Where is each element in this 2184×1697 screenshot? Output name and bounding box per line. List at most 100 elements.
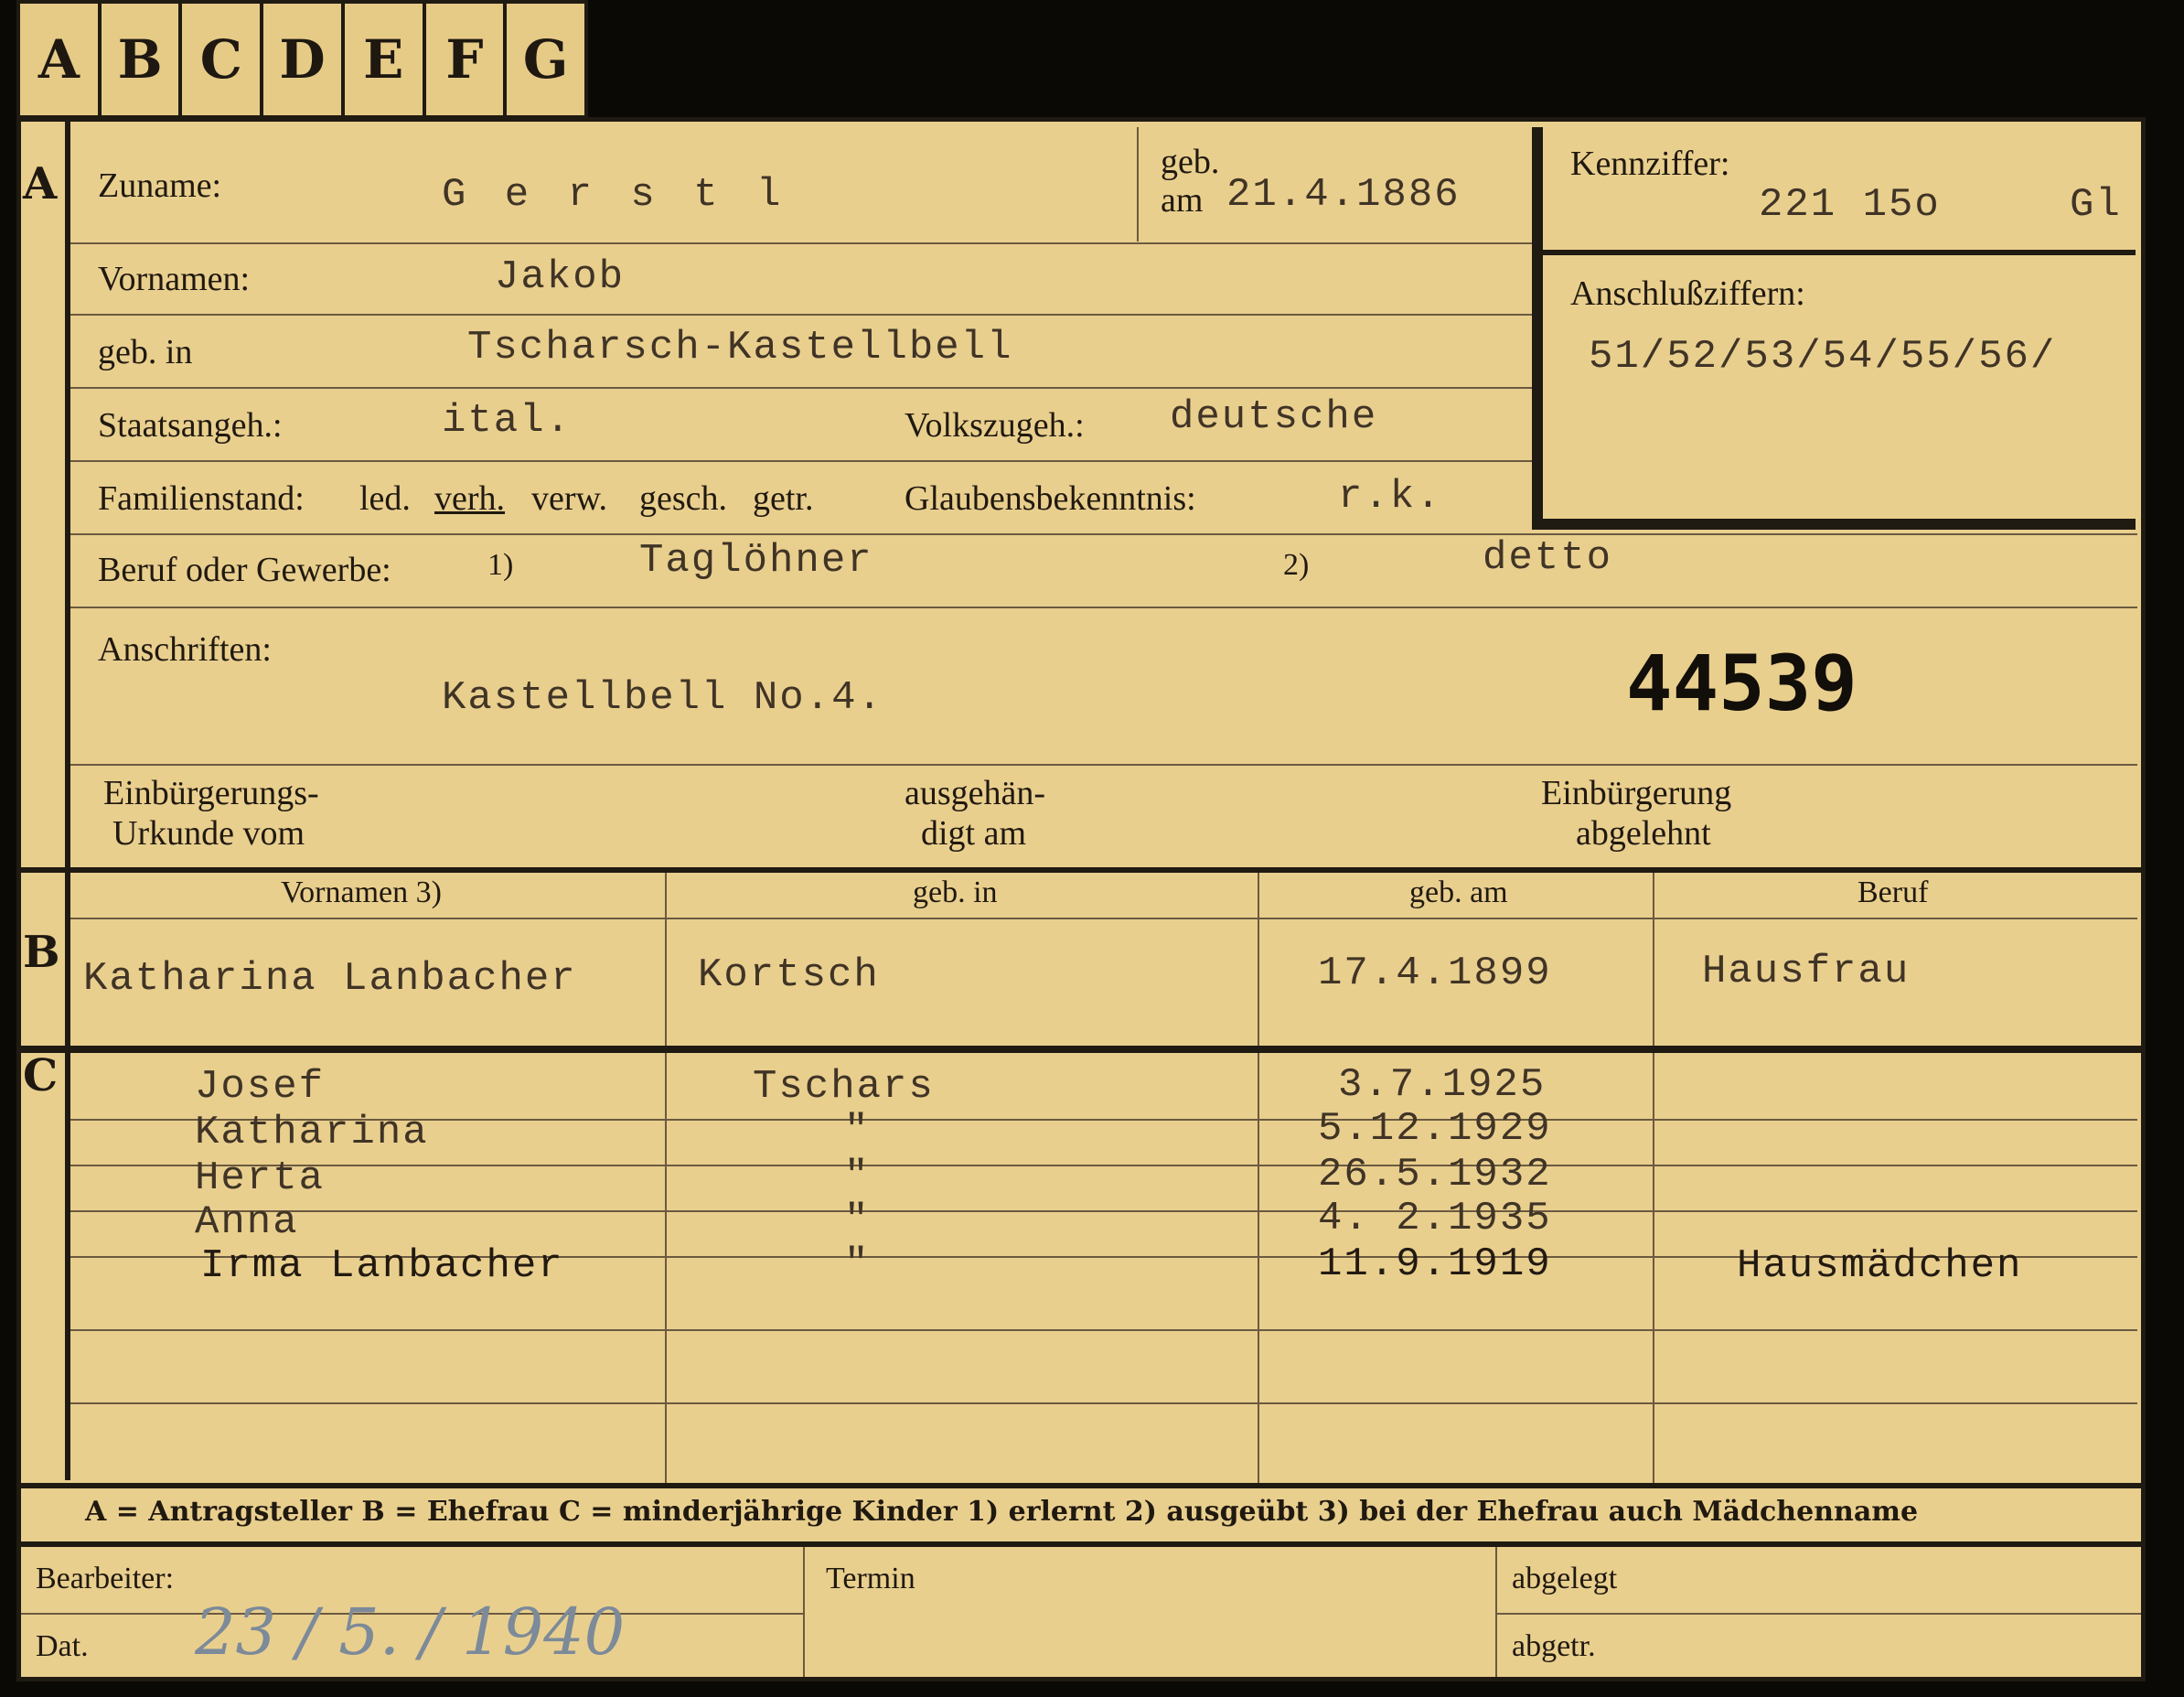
- term-label: Termin: [826, 1562, 915, 1595]
- section-letter-b: B: [23, 927, 60, 978]
- spouse-header-born-in: geb. in: [913, 875, 998, 909]
- child-profession: Hausmädchen: [1737, 1243, 2023, 1289]
- profession-learned-value: Taglöhner: [639, 538, 873, 584]
- tab-b[interactable]: B: [102, 4, 183, 115]
- date-label: Dat.: [36, 1629, 89, 1663]
- section-c-rule: [21, 1046, 2141, 1053]
- naturalization-cert-label-1: Einbürgerungs-: [103, 774, 319, 812]
- rule: [70, 1329, 2137, 1331]
- reference-box: Kennziffer: 221 15o Gl Anschlußziffern: …: [1532, 127, 2136, 530]
- marital-option-separated: getr.: [753, 479, 814, 518]
- profession-note-2: 2): [1283, 548, 1310, 582]
- address-value: Kastellbell No.4.: [442, 675, 883, 721]
- spouse-born-on: 17.4.1899: [1318, 951, 1552, 996]
- child-name: Katharina: [195, 1110, 429, 1155]
- refused-label-1: Einbürgerung: [1541, 774, 1732, 812]
- section-letter-c: C: [23, 1050, 59, 1101]
- rule: [70, 460, 1534, 462]
- marital-option-widowed: verw.: [531, 479, 607, 518]
- col-divider: [1258, 873, 1259, 1486]
- registration-card: A B C Zuname: G e r s t l geb. am 21.4.1…: [16, 117, 2146, 1681]
- section-b-rule: [21, 867, 2141, 873]
- child-name: Herta: [195, 1155, 326, 1201]
- section-letter-a: A: [23, 158, 58, 209]
- rule: [70, 387, 1534, 389]
- rule: [70, 918, 2137, 919]
- child-born-in: ": [844, 1198, 871, 1243]
- born-on-label-2: am: [1161, 181, 1204, 220]
- child-name: Irma Lanbacher: [200, 1243, 564, 1289]
- born-in-label: geb. in: [98, 333, 193, 371]
- rule: [70, 242, 1534, 244]
- marital-option-married: verh.: [434, 479, 506, 518]
- tab-g[interactable]: G: [507, 4, 584, 115]
- letter-tabs: A B C D E F G: [16, 0, 588, 119]
- col-divider: [665, 1053, 667, 1483]
- child-born-in: Tschars: [753, 1064, 935, 1110]
- refused-label-2: abgelehnt: [1576, 814, 1711, 853]
- first-names-value: Jakob: [495, 254, 626, 300]
- child-born-in: ": [844, 1241, 871, 1287]
- col-divider: [1495, 1547, 1497, 1677]
- born-on-label-1: geb.: [1161, 143, 1220, 181]
- linked-codes-value: 51/52/53/54/55/56/: [1589, 334, 2057, 380]
- code-value: 221 15o: [1759, 182, 1941, 228]
- legend-rule-top: [21, 1483, 2141, 1488]
- surname-label: Zuname:: [98, 166, 222, 205]
- marital-option-single: led.: [359, 479, 411, 518]
- profession-note-1: 1): [487, 548, 514, 582]
- rule: [70, 533, 2137, 535]
- tab-c[interactable]: C: [182, 4, 264, 115]
- addresses-label: Anschriften:: [98, 630, 272, 669]
- child-born-on: 5.12.1929: [1318, 1106, 1552, 1152]
- box-rule: [1543, 250, 2136, 255]
- child-born-in: ": [844, 1108, 871, 1154]
- rule: [70, 764, 2137, 766]
- rule: [70, 1210, 2137, 1212]
- tab-f[interactable]: F: [426, 4, 508, 115]
- col-divider: [803, 1547, 805, 1677]
- linked-codes-label: Anschlußziffern:: [1570, 274, 1805, 313]
- child-name: Anna: [195, 1199, 299, 1245]
- rule: [70, 607, 2137, 608]
- handwritten-date: 23 / 5. / 1940: [195, 1595, 626, 1670]
- divider: [1137, 127, 1139, 242]
- legend-rule-bottom: [21, 1541, 2141, 1547]
- spouse-born-in: Kortsch: [698, 952, 880, 998]
- sent-label: abgetr.: [1512, 1629, 1596, 1663]
- child-born-on: 4. 2.1935: [1318, 1196, 1552, 1241]
- religion-value: r.k.: [1338, 474, 1442, 520]
- case-number: 44539: [1626, 639, 1857, 728]
- legend-text: A = Antragsteller B = Ehefrau C = minder…: [85, 1496, 1919, 1528]
- spouse-header-names: Vornamen 3): [281, 875, 442, 909]
- religion-label: Glaubensbekenntnis:: [905, 479, 1196, 518]
- ethnicity-label: Volkszugeh.:: [905, 406, 1085, 445]
- profession-label: Beruf oder Gewerbe:: [98, 551, 391, 589]
- rule: [70, 314, 1534, 316]
- marital-status-label: Familienstand:: [98, 479, 305, 518]
- born-in-value: Tscharsch-Kastellbell: [467, 325, 1013, 371]
- rule: [70, 1402, 2137, 1404]
- naturalization-cert-label-2: Urkunde vom: [112, 814, 305, 853]
- rule: [70, 1165, 2137, 1166]
- citizenship-label: Staatsangeh.:: [98, 406, 283, 445]
- col-divider: [1653, 873, 1654, 1486]
- code-label: Kennziffer:: [1570, 145, 1730, 183]
- child-name: Josef: [195, 1064, 326, 1110]
- tab-e[interactable]: E: [345, 4, 426, 115]
- marital-option-divorced: gesch.: [639, 479, 728, 518]
- born-on-value: 21.4.1886: [1226, 172, 1461, 218]
- spouse-header-born-on: geb. am: [1409, 875, 1508, 909]
- section-column-rule: [65, 122, 70, 1480]
- surname-value: G e r s t l: [442, 172, 788, 218]
- handed-over-label-2: digt am: [921, 814, 1027, 853]
- child-born-in: ": [844, 1154, 871, 1199]
- tab-d[interactable]: D: [263, 4, 345, 115]
- rule: [1495, 1613, 2141, 1615]
- ethnicity-value: deutsche: [1170, 394, 1378, 440]
- tab-a[interactable]: A: [20, 4, 102, 115]
- citizenship-value: ital.: [442, 398, 573, 444]
- child-born-on: 3.7.1925: [1338, 1062, 1547, 1108]
- spouse-profession: Hausfrau: [1702, 949, 1911, 994]
- child-born-on: 26.5.1932: [1318, 1152, 1552, 1198]
